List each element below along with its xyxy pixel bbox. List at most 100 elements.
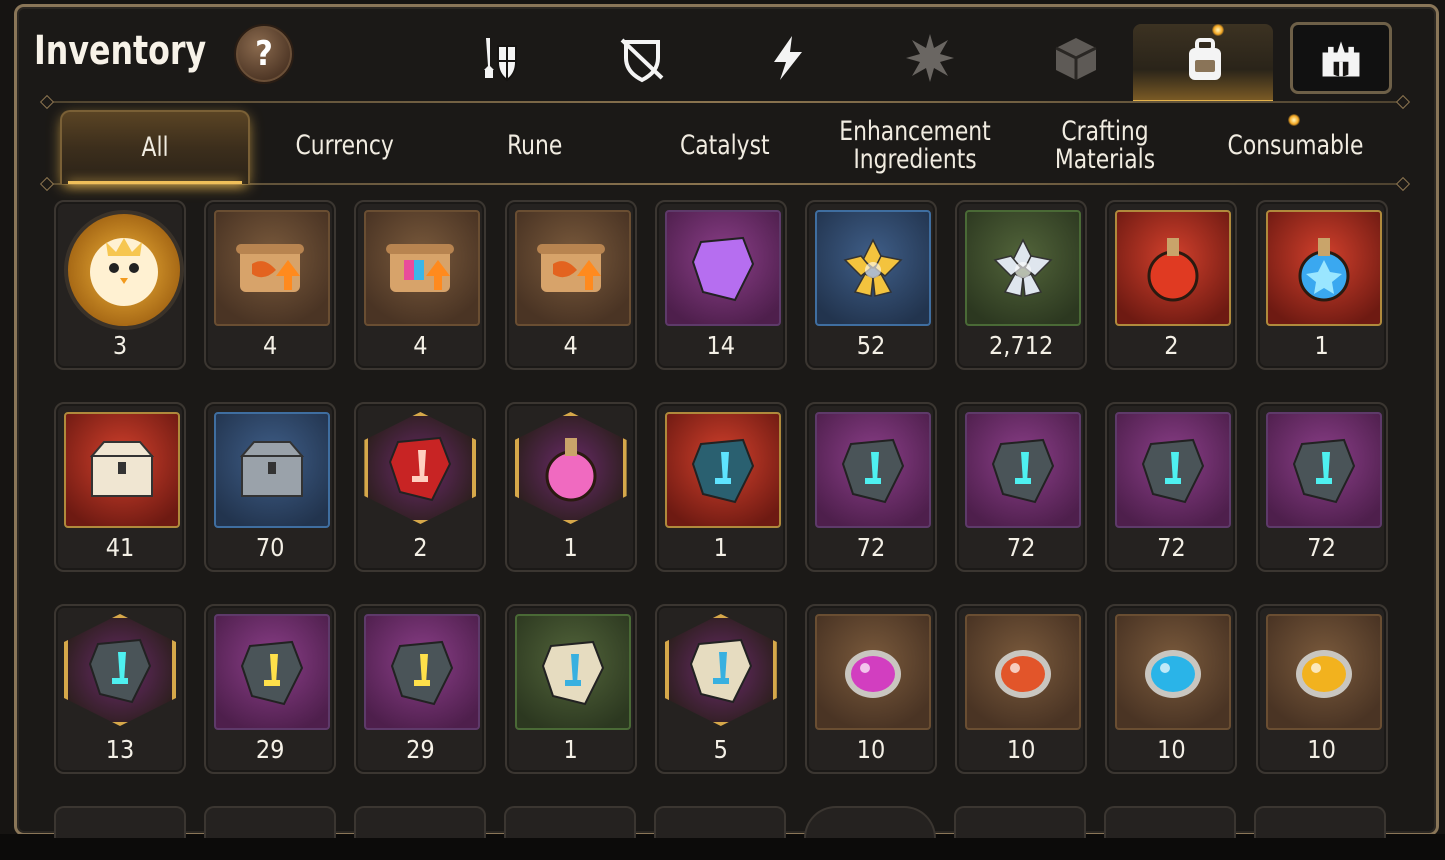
item-slot[interactable]: 10 bbox=[1255, 604, 1388, 774]
item-slot[interactable]: 3 bbox=[54, 200, 186, 370]
item-count: 3 bbox=[112, 331, 128, 360]
item-count: 29 bbox=[255, 735, 285, 764]
tabs-divider bbox=[48, 183, 1403, 185]
item-count: 10 bbox=[1157, 735, 1186, 764]
item-slot[interactable]: 4 bbox=[354, 200, 487, 370]
item-slot[interactable]: 10 bbox=[1105, 604, 1238, 774]
item-slot[interactable]: 72 bbox=[805, 402, 937, 572]
sword-rune-stone-icon bbox=[815, 412, 931, 528]
boot-rune-stone-icon bbox=[1265, 412, 1382, 528]
item-slot[interactable]: 72 bbox=[1255, 402, 1388, 572]
item-slot-partial[interactable] bbox=[504, 806, 636, 838]
item-count: 1 bbox=[563, 533, 578, 562]
item-slot[interactable]: 14 bbox=[654, 200, 787, 370]
scroll-upgrade-icon bbox=[214, 210, 331, 326]
item-slot-partial[interactable] bbox=[1104, 806, 1236, 838]
item-slot-partial[interactable] bbox=[954, 806, 1086, 838]
sword-tablet-icon bbox=[514, 614, 631, 730]
item-slot[interactable]: 1 bbox=[1255, 200, 1388, 370]
tab-consumable[interactable]: Consumable bbox=[1200, 110, 1390, 182]
item-slot-partial[interactable] bbox=[1254, 806, 1386, 838]
item-slot[interactable]: 41 bbox=[54, 402, 186, 572]
item-slot-partial[interactable] bbox=[54, 806, 186, 838]
item-count: 10 bbox=[1307, 735, 1336, 764]
blue-orb-icon bbox=[1115, 614, 1232, 730]
item-slot[interactable]: 1 bbox=[654, 402, 787, 572]
item-count: 10 bbox=[856, 735, 886, 764]
disabled-shield-icon[interactable] bbox=[612, 28, 672, 88]
item-slot[interactable]: 70 bbox=[204, 402, 337, 572]
item-count: 2 bbox=[1164, 331, 1179, 360]
header-divider bbox=[48, 101, 1403, 103]
item-count: 72 bbox=[1307, 533, 1336, 562]
gold-hammer-stone-icon bbox=[214, 614, 331, 730]
item-slot[interactable]: 4 bbox=[204, 200, 337, 370]
item-slot[interactable]: 1 bbox=[504, 402, 637, 572]
item-count: 29 bbox=[406, 735, 435, 764]
item-slot[interactable]: 72 bbox=[955, 402, 1088, 572]
item-slot[interactable]: 29 bbox=[354, 604, 487, 774]
help-button[interactable]: ? bbox=[234, 24, 294, 84]
item-count: 41 bbox=[105, 533, 135, 562]
rainbow-scroll-icon bbox=[364, 210, 481, 326]
pink-potion-icon bbox=[514, 412, 627, 524]
item-slot[interactable]: 5 bbox=[654, 604, 787, 774]
tab-catalyst[interactable]: Catalyst bbox=[630, 110, 820, 182]
item-slot[interactable]: 2 bbox=[1105, 200, 1238, 370]
item-count: 52 bbox=[856, 331, 886, 360]
red-orb-icon bbox=[965, 614, 1082, 730]
item-slot[interactable]: 52 bbox=[805, 200, 937, 370]
item-slot[interactable]: 13 bbox=[54, 604, 186, 774]
page-title: Inventory bbox=[34, 28, 207, 74]
guild-castle-button[interactable] bbox=[1290, 22, 1392, 94]
item-slot[interactable]: 1 bbox=[504, 604, 637, 774]
item-slot[interactable]: 10 bbox=[955, 604, 1088, 774]
item-count: 1 bbox=[1314, 331, 1329, 360]
equipment-icon[interactable] bbox=[468, 28, 528, 88]
cube-icon[interactable] bbox=[1046, 28, 1106, 88]
item-count: 70 bbox=[255, 533, 285, 562]
item-slot[interactable]: 2,712 bbox=[955, 200, 1088, 370]
chick-coin-icon bbox=[64, 210, 184, 330]
item-slot[interactable]: 29 bbox=[204, 604, 337, 774]
item-slot[interactable]: 72 bbox=[1105, 402, 1238, 572]
tab-enhancement-ingredients[interactable]: Enhancement Ingredients bbox=[820, 110, 1010, 182]
item-count: 10 bbox=[1006, 735, 1036, 764]
item-slot[interactable]: 4 bbox=[504, 200, 637, 370]
item-count: 72 bbox=[856, 533, 886, 562]
star-tablet-icon bbox=[664, 614, 777, 726]
tab-crafting-materials[interactable]: Crafting Materials bbox=[1010, 110, 1200, 182]
burst-icon[interactable] bbox=[900, 28, 960, 88]
armor-rune-stone-icon bbox=[1115, 412, 1232, 528]
item-count: 1 bbox=[563, 735, 578, 764]
item-count: 2,712 bbox=[989, 331, 1054, 360]
item-count: 13 bbox=[105, 735, 135, 764]
guild-castle-icon bbox=[1322, 41, 1360, 77]
purple-crystal-flower-icon bbox=[664, 210, 781, 326]
gold-flower-icon bbox=[815, 210, 931, 326]
star-rune-stone-icon bbox=[64, 614, 176, 726]
item-slot[interactable]: 2 bbox=[354, 402, 487, 572]
item-count: 72 bbox=[1006, 533, 1036, 562]
tab-currency[interactable]: Currency bbox=[250, 110, 440, 182]
item-count: 5 bbox=[713, 735, 728, 764]
item-slot-partial[interactable] bbox=[354, 806, 486, 838]
backpack-icon[interactable] bbox=[1175, 30, 1235, 90]
scroll-upgrade-icon bbox=[514, 210, 631, 326]
notification-sparkle bbox=[1212, 24, 1224, 36]
tab-all[interactable]: All bbox=[60, 110, 250, 184]
lightning-icon[interactable] bbox=[758, 28, 818, 88]
hammer-rune-icon bbox=[664, 412, 781, 528]
helmet-rune-stone-icon bbox=[965, 412, 1082, 528]
tab-rune[interactable]: Rune bbox=[440, 110, 630, 182]
item-count: 2 bbox=[413, 533, 428, 562]
item-count: 4 bbox=[413, 331, 428, 360]
gold-chest-icon bbox=[64, 412, 180, 528]
silver-flower-icon bbox=[965, 210, 1082, 326]
item-count: 72 bbox=[1157, 533, 1186, 562]
item-slot-partial[interactable] bbox=[804, 806, 936, 838]
item-slot-partial[interactable] bbox=[654, 806, 786, 838]
yellow-orb-icon bbox=[1265, 614, 1382, 730]
item-slot[interactable]: 10 bbox=[805, 604, 937, 774]
item-slot-partial[interactable] bbox=[204, 806, 336, 838]
